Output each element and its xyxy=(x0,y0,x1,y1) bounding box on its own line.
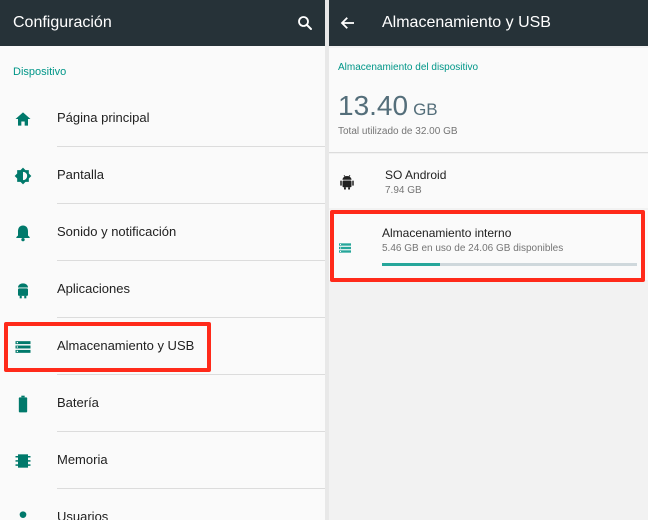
android-os-row[interactable]: SO Android 7.94 GB xyxy=(329,154,648,208)
settings-panel: Configuración Dispositivo Página princip… xyxy=(0,0,325,520)
settings-item-label: Batería xyxy=(57,395,99,410)
android-os-size: 7.94 GB xyxy=(385,185,422,196)
highlight-internal-storage xyxy=(330,210,645,282)
search-icon[interactable] xyxy=(296,14,314,32)
memory-icon xyxy=(15,454,31,468)
screen: Configuración Dispositivo Página princip… xyxy=(0,0,648,520)
android-icon xyxy=(18,283,28,299)
device-section-header: Dispositivo xyxy=(13,66,67,78)
settings-item-label: Aplicaciones xyxy=(57,281,130,296)
total-used-text: Total utilizado de 32.00 GB xyxy=(338,126,458,137)
settings-title: Configuración xyxy=(13,14,112,31)
settings-item-home[interactable]: Página principal xyxy=(0,90,325,147)
settings-item-label: Memoria xyxy=(57,452,108,467)
settings-app-bar: Configuración xyxy=(0,0,325,46)
settings-item-label: Pantalla xyxy=(57,167,104,182)
storage-app-bar: Almacenamiento y USB xyxy=(329,0,648,46)
settings-item-memory[interactable]: Memoria xyxy=(0,432,325,489)
settings-item-sound[interactable]: Sonido y notificación xyxy=(0,204,325,261)
used-storage-unit: GB xyxy=(413,100,438,119)
settings-item-label: Usuarios xyxy=(57,509,109,520)
settings-item-label: Sonido y notificación xyxy=(57,224,177,239)
storage-title: Almacenamiento y USB xyxy=(382,14,551,31)
settings-item-apps[interactable]: Aplicaciones xyxy=(0,261,325,318)
settings-item-label: Página principal xyxy=(57,110,150,125)
back-arrow-icon[interactable] xyxy=(339,14,357,32)
settings-item-users[interactable]: Usuarios xyxy=(0,489,325,520)
highlight-storage-item xyxy=(4,322,211,372)
storage-summary: Almacenamiento del dispositivo 13.40 GB T… xyxy=(329,48,648,153)
device-storage-header: Almacenamiento del dispositivo xyxy=(338,62,479,73)
storage-panel: Almacenamiento y USB Almacenamiento del … xyxy=(329,0,648,520)
settings-item-battery[interactable]: Batería xyxy=(0,375,325,432)
bell-icon xyxy=(16,225,30,242)
android-icon xyxy=(340,174,354,190)
android-os-name: SO Android xyxy=(385,168,447,182)
person-icon xyxy=(19,511,27,518)
battery-icon xyxy=(18,395,28,413)
brightness-icon xyxy=(14,167,32,185)
settings-item-display[interactable]: Pantalla xyxy=(0,147,325,204)
used-storage-value: 13.40 xyxy=(338,90,409,121)
used-storage: 13.40 GB xyxy=(338,90,438,122)
home-icon xyxy=(15,112,31,126)
